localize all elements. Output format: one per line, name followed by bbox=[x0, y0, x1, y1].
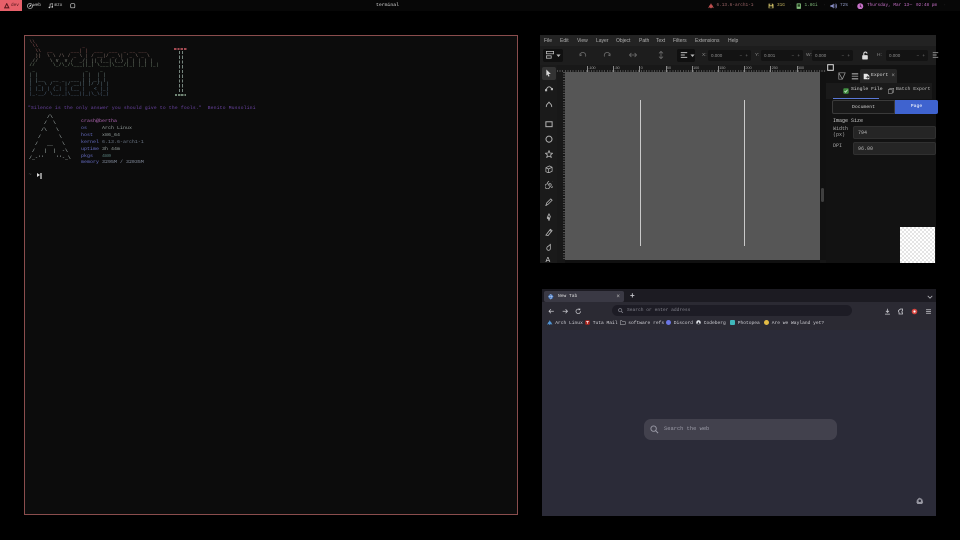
svg-text:A: A bbox=[545, 256, 550, 263]
